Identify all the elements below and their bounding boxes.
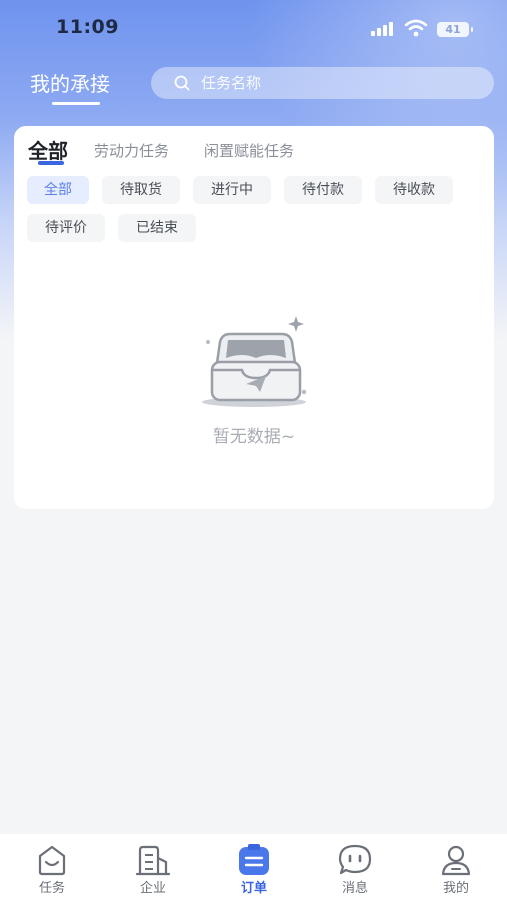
title-underline bbox=[52, 102, 100, 105]
empty-state-text: 暂无数据~ bbox=[212, 427, 296, 447]
filter-chip-pending-payment[interactable]: 待付款 bbox=[284, 176, 362, 204]
page-title: 我的承接 bbox=[30, 72, 110, 96]
tab-labor-task[interactable]: 劳动力任务 bbox=[94, 140, 169, 161]
page-header: 我的承接 bbox=[0, 60, 507, 110]
message-icon bbox=[338, 844, 372, 875]
task-card: 全部 劳动力任务 闲置赋能任务 全部 待取货 进行中 待付款 待收款 待评价 已… bbox=[14, 126, 494, 509]
search-box[interactable] bbox=[151, 67, 494, 99]
search-icon bbox=[174, 75, 190, 91]
tab-idle-empower-task[interactable]: 闲置赋能任务 bbox=[204, 140, 294, 161]
tabbar-label-task: 任务 bbox=[38, 881, 65, 896]
filter-chip-pending-receipt[interactable]: 待收款 bbox=[375, 176, 453, 204]
filter-chip-pending-review[interactable]: 待评价 bbox=[27, 214, 105, 242]
tabbar-label-enterprise: 企业 bbox=[139, 881, 166, 896]
status-bar: 11:09 41 bbox=[0, 0, 507, 60]
tabbar-label-message: 消息 bbox=[341, 881, 368, 896]
empty-box-icon bbox=[202, 316, 307, 407]
tab-active-indicator bbox=[38, 161, 64, 165]
tabbar-item-mine[interactable]: 我的 bbox=[406, 834, 506, 900]
tabbar-item-order[interactable]: 订单 bbox=[204, 834, 304, 900]
order-icon bbox=[239, 844, 269, 875]
filter-chip-all[interactable]: 全部 bbox=[27, 176, 89, 204]
filter-chip-ended[interactable]: 已结束 bbox=[118, 214, 196, 242]
signal-icon bbox=[371, 22, 397, 36]
tabbar-label-mine: 我的 bbox=[442, 881, 469, 896]
bottom-tab-bar: 任务 企业 订单 消息 我的 bbox=[0, 834, 507, 900]
tabbar-item-enterprise[interactable]: 企业 bbox=[103, 834, 203, 900]
tabbar-item-message[interactable]: 消息 bbox=[305, 834, 405, 900]
battery-level: 41 bbox=[445, 23, 461, 36]
search-input[interactable] bbox=[201, 67, 481, 99]
wifi-icon bbox=[404, 19, 428, 37]
tab-all[interactable]: 全部 bbox=[28, 135, 68, 164]
profile-icon bbox=[441, 845, 471, 876]
filter-chip-pending-pickup[interactable]: 待取货 bbox=[102, 176, 180, 204]
tabbar-item-task[interactable]: 任务 bbox=[2, 834, 102, 900]
category-tabs: 全部 劳动力任务 闲置赋能任务 bbox=[14, 126, 494, 170]
filter-chip-in-progress[interactable]: 进行中 bbox=[193, 176, 271, 204]
task-icon bbox=[38, 845, 66, 876]
battery-icon: 41 bbox=[437, 22, 473, 37]
building-icon bbox=[135, 845, 171, 876]
tabbar-label-order: 订单 bbox=[240, 881, 267, 896]
status-time: 11:09 bbox=[56, 16, 119, 38]
